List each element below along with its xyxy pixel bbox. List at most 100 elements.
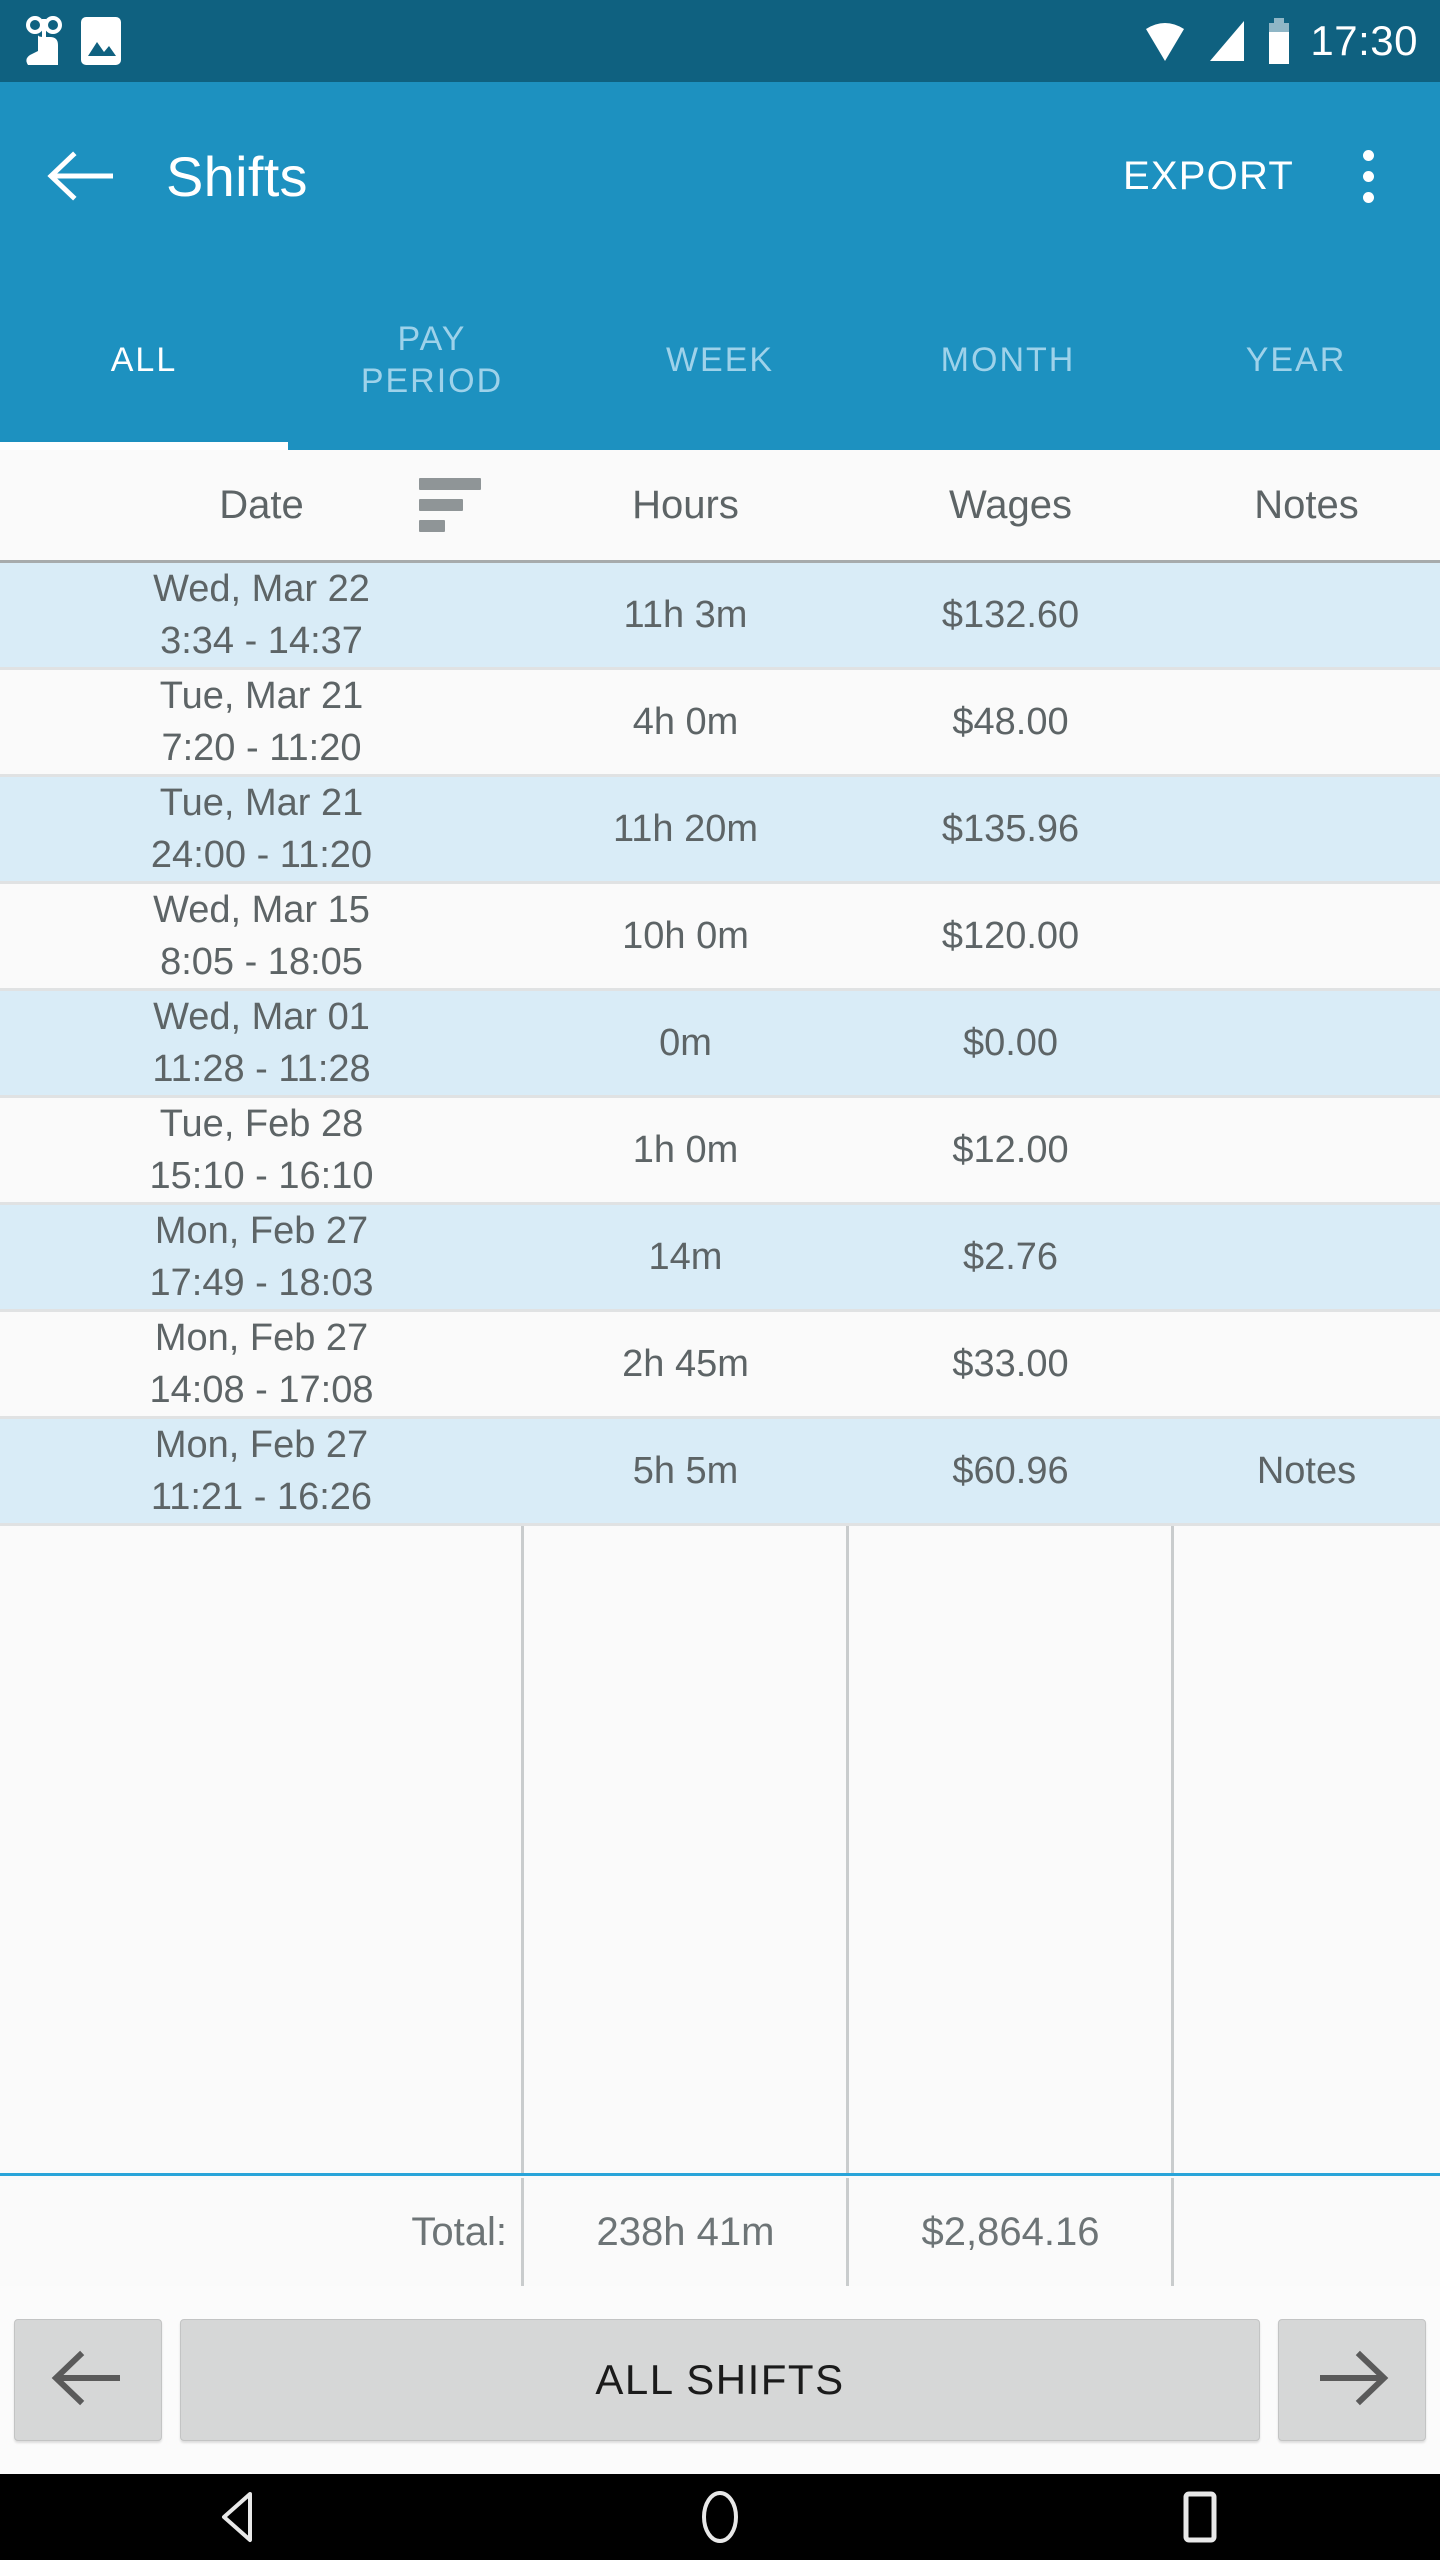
shift-date: Tue, Mar 21 xyxy=(159,782,364,824)
table-header-row: Date Hours Wages Notes xyxy=(0,450,1440,560)
shift-date: Mon, Feb 27 xyxy=(154,1317,369,1359)
table-row[interactable]: Tue, Mar 21 24:00 - 11:20 11h 20m $135.9… xyxy=(0,777,1440,884)
table-row[interactable]: Mon, Feb 27 17:49 - 18:03 14m $2.76 xyxy=(0,1205,1440,1312)
back-arrow-icon[interactable] xyxy=(40,134,124,218)
export-button[interactable]: EXPORT xyxy=(1117,146,1300,207)
column-header-notes[interactable]: Notes xyxy=(1173,450,1440,560)
cell-hours: 5h 5m xyxy=(632,1449,739,1492)
cell-date: Mon, Feb 27 11:21 - 16:26 xyxy=(0,1419,523,1523)
signal-icon xyxy=(1206,19,1248,63)
shift-range: 15:10 - 16:10 xyxy=(149,1155,374,1197)
cell-wages: $60.96 xyxy=(952,1449,1069,1492)
table-row[interactable]: Tue, Mar 21 7:20 - 11:20 4h 0m $48.00 xyxy=(0,670,1440,777)
cell-notes xyxy=(1173,1312,1440,1416)
status-bar-clock: 17:30 xyxy=(1310,17,1418,64)
cell-date: Tue, Feb 28 15:10 - 16:10 xyxy=(0,1098,523,1202)
arrow-left-icon xyxy=(50,2349,126,2412)
app-bar-actions: EXPORT xyxy=(1117,134,1400,218)
touch-record-icon xyxy=(22,15,66,67)
shift-date: Tue, Mar 21 xyxy=(159,675,364,717)
cell-hours: 0m xyxy=(659,1021,712,1064)
battery-icon xyxy=(1266,18,1292,64)
cell-wages: $2.76 xyxy=(962,1235,1059,1278)
table-row[interactable]: Tue, Feb 28 15:10 - 16:10 1h 0m $12.00 xyxy=(0,1098,1440,1205)
total-divider-3 xyxy=(1171,2178,1174,2286)
cell-wages: $48.00 xyxy=(952,700,1069,743)
shift-date: Wed, Mar 15 xyxy=(153,889,370,931)
table-row[interactable]: Wed, Mar 22 3:34 - 14:37 11h 3m $132.60 xyxy=(0,563,1440,670)
table-row[interactable]: Wed, Mar 01 11:28 - 11:28 0m $0.00 xyxy=(0,991,1440,1098)
tab-pay-period[interactable]: PAY PERIOD xyxy=(288,270,576,450)
total-label: Total: xyxy=(411,2209,507,2254)
total-notes xyxy=(1173,2178,1440,2286)
cell-hours: 14m xyxy=(648,1235,723,1278)
column-header-date[interactable]: Date xyxy=(0,450,523,560)
cell-notes xyxy=(1173,777,1440,881)
shift-range: 8:05 - 18:05 xyxy=(160,941,363,983)
cell-notes xyxy=(1173,884,1440,988)
table-body[interactable]: Wed, Mar 22 3:34 - 14:37 11h 3m $132.60 … xyxy=(0,563,1440,2180)
all-shifts-button[interactable]: ALL SHIFTS xyxy=(180,2319,1260,2441)
more-options-icon[interactable] xyxy=(1336,134,1400,218)
cell-notes xyxy=(1173,1098,1440,1202)
cell-hours: 10h 0m xyxy=(622,914,749,957)
previous-page-button[interactable] xyxy=(14,2319,162,2441)
tab-all[interactable]: ALL xyxy=(0,270,288,450)
total-hours: 238h 41m xyxy=(596,2209,775,2254)
android-back-icon[interactable] xyxy=(165,2474,315,2560)
total-wages: $2,864.16 xyxy=(921,2209,1100,2254)
table-row[interactable]: Mon, Feb 27 11:21 - 16:26 5h 5m $60.96 N… xyxy=(0,1419,1440,1526)
status-bar-left-icons xyxy=(22,15,122,67)
cell-wages: $33.00 xyxy=(952,1342,1069,1385)
total-divider-2 xyxy=(846,2178,849,2286)
cell-notes xyxy=(1173,991,1440,1095)
shift-range: 3:34 - 14:37 xyxy=(160,620,363,662)
cell-wages: $12.00 xyxy=(952,1128,1069,1171)
shift-date: Mon, Feb 27 xyxy=(154,1210,369,1252)
column-header-hours[interactable]: Hours xyxy=(523,450,848,560)
cell-notes xyxy=(1173,563,1440,667)
cell-date: Tue, Mar 21 7:20 - 11:20 xyxy=(0,670,523,774)
status-bar-right-icons: 17:30 xyxy=(1142,17,1418,65)
cell-hours: 2h 45m xyxy=(622,1342,749,1385)
table-row[interactable]: Wed, Mar 15 8:05 - 18:05 10h 0m $120.00 xyxy=(0,884,1440,991)
shift-date: Tue, Feb 28 xyxy=(159,1103,364,1145)
shift-range: 7:20 - 11:20 xyxy=(161,727,362,769)
shifts-screen: 17:30 Shifts EXPORT ALL PAY PERIOD WEEK … xyxy=(0,0,1440,2560)
tab-year[interactable]: YEAR xyxy=(1152,270,1440,450)
status-bar: 17:30 xyxy=(0,0,1440,82)
cell-date: Mon, Feb 27 17:49 - 18:03 xyxy=(0,1205,523,1309)
column-header-wages[interactable]: Wages xyxy=(848,450,1173,560)
table-row[interactable]: Mon, Feb 27 14:08 - 17:08 2h 45m $33.00 xyxy=(0,1312,1440,1419)
cell-date: Wed, Mar 01 11:28 - 11:28 xyxy=(0,991,523,1095)
cell-hours: 1h 0m xyxy=(632,1128,739,1171)
app-bar: Shifts EXPORT xyxy=(0,82,1440,270)
android-home-icon[interactable] xyxy=(645,2474,795,2560)
cell-hours: 4h 0m xyxy=(632,700,739,743)
tab-month[interactable]: MONTH xyxy=(864,270,1152,450)
android-recents-icon[interactable] xyxy=(1125,2474,1275,2560)
cell-wages: $120.00 xyxy=(941,914,1080,957)
cell-date: Wed, Mar 22 3:34 - 14:37 xyxy=(0,563,523,667)
cell-wages: $0.00 xyxy=(962,1021,1059,1064)
column-header-date-label: Date xyxy=(219,482,304,527)
shift-range: 17:49 - 18:03 xyxy=(149,1262,374,1304)
shift-range: 11:21 - 16:26 xyxy=(150,1476,373,1518)
next-page-button[interactable] xyxy=(1278,2319,1426,2441)
sort-descending-icon[interactable] xyxy=(419,478,481,532)
android-nav-bar xyxy=(0,2474,1440,2560)
page-title: Shifts xyxy=(166,144,308,208)
total-divider-1 xyxy=(521,2178,524,2286)
arrow-right-icon xyxy=(1314,2349,1390,2412)
shift-date: Mon, Feb 27 xyxy=(154,1424,369,1466)
cell-date: Mon, Feb 27 14:08 - 17:08 xyxy=(0,1312,523,1416)
shifts-table: Date Hours Wages Notes Wed, Mar 22 3:34 … xyxy=(0,450,1440,2180)
total-row: Total: 238h 41m $2,864.16 xyxy=(0,2178,1440,2286)
shift-range: 14:08 - 17:08 xyxy=(149,1369,374,1411)
cell-hours: 11h 20m xyxy=(612,807,759,850)
shift-range: 24:00 - 11:20 xyxy=(150,834,373,876)
tab-bar: ALL PAY PERIOD WEEK MONTH YEAR xyxy=(0,270,1440,450)
tab-week[interactable]: WEEK xyxy=(576,270,864,450)
shift-date: Wed, Mar 22 xyxy=(153,568,370,610)
shift-range: 11:28 - 11:28 xyxy=(152,1048,371,1090)
